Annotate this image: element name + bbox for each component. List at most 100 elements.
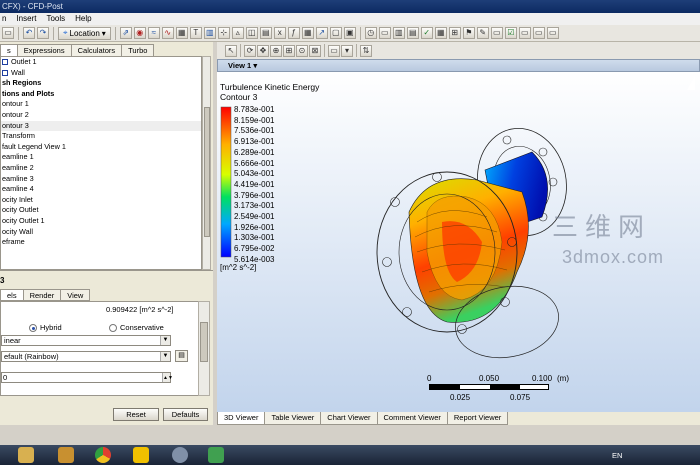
file-explorer-icon[interactable]	[18, 447, 34, 463]
tab-geometry[interactable]: els	[0, 289, 24, 301]
table-icon[interactable]: ▦	[301, 27, 314, 39]
menu-insert[interactable]: Insert	[16, 13, 36, 25]
tab-3d-viewer[interactable]: 3D Viewer	[217, 412, 266, 425]
save-image-icon[interactable]: ▭	[532, 27, 545, 39]
zoom-box-icon[interactable]: ⊞	[283, 44, 295, 57]
report-icon[interactable]: ▭	[490, 27, 503, 39]
tab-chart-viewer[interactable]: Chart Viewer	[320, 412, 378, 425]
mesh-calculator-icon[interactable]: ⊞	[448, 27, 461, 39]
conservative-radio[interactable]: Conservative	[109, 323, 164, 332]
vector-icon[interactable]: ⇗	[119, 27, 132, 39]
tree-item[interactable]: Transform	[1, 131, 201, 142]
tree-item[interactable]: sh Regions	[1, 78, 201, 89]
archive-icon[interactable]	[58, 447, 74, 463]
probe-icon[interactable]: ▤	[406, 27, 419, 39]
tree-item[interactable]: eamline 4	[1, 184, 201, 195]
rotate-icon[interactable]: ⟳	[244, 44, 256, 57]
document-icon[interactable]: ▭	[518, 27, 531, 39]
tree-item[interactable]: ocity Inlet	[1, 195, 201, 206]
language-indicator[interactable]: EN	[612, 451, 622, 460]
defaults-button[interactable]: Defaults	[163, 408, 208, 421]
contour-icon[interactable]: ◉	[133, 27, 146, 39]
tree-item[interactable]: ontour 1	[1, 99, 201, 110]
tree-item[interactable]: ontour 3	[1, 120, 201, 132]
check-icon[interactable]: ☑	[504, 27, 517, 39]
tree-item[interactable]: fault Legend View 1	[1, 142, 201, 153]
coordinate-frame-icon[interactable]: ⊹	[217, 27, 230, 39]
tree-item[interactable]: ontour 2	[1, 110, 201, 121]
scrollbar-thumb[interactable]	[200, 322, 208, 362]
animation-icon[interactable]: ▭	[378, 27, 391, 39]
menu-file[interactable]: n	[2, 13, 6, 25]
tree-item[interactable]: ocity Outlet 1	[1, 216, 201, 227]
legend-icon[interactable]: ▥	[203, 27, 216, 39]
open-icon[interactable]: ▭	[2, 27, 14, 39]
color-scale-select[interactable]: inear ▼	[1, 335, 171, 346]
sync-views-icon[interactable]: ⇅	[360, 44, 372, 57]
tree-item[interactable]: ocity Wall	[1, 227, 201, 238]
tab-outline[interactable]: s	[0, 44, 18, 56]
zoom-fit-icon[interactable]: ⊙	[296, 44, 308, 57]
chrome-icon[interactable]	[95, 447, 111, 463]
case-comparison-icon[interactable]: ⚑	[462, 27, 475, 39]
tab-expressions[interactable]: Expressions	[16, 44, 72, 56]
chevron-down-icon[interactable]: ▾	[341, 44, 353, 57]
volume-rendering-icon[interactable]: ▦	[175, 27, 188, 39]
redo-icon[interactable]: ↷	[37, 27, 49, 39]
hybrid-radio[interactable]: Hybrid	[29, 323, 62, 332]
tab-table-viewer[interactable]: Table Viewer	[264, 412, 322, 425]
location-button[interactable]: ⌖ Location ▾	[58, 26, 111, 40]
probe-pen-icon[interactable]: ✎	[476, 27, 489, 39]
macro-icon[interactable]: ▦	[434, 27, 447, 39]
clip-plane-icon[interactable]: ◫	[245, 27, 258, 39]
streamline-icon[interactable]: ≈	[147, 27, 160, 39]
edit-color-map-button[interactable]: ▤	[175, 350, 188, 362]
zoom-icon[interactable]: ⊕	[270, 44, 282, 57]
tree-item[interactable]: eframe	[1, 237, 201, 248]
tree-item[interactable]: eamline 1	[1, 152, 201, 163]
tree-item[interactable]: eamline 2	[1, 163, 201, 174]
chart-icon[interactable]: ↗	[315, 27, 328, 39]
tree-item[interactable]: Wall	[1, 68, 201, 79]
tab-turbo[interactable]: Turbo	[121, 44, 155, 56]
tree-item[interactable]: eamline 3	[1, 174, 201, 185]
cfd-post-icon[interactable]	[172, 447, 188, 463]
text-icon[interactable]: T	[189, 27, 202, 39]
view-selector[interactable]: View 1 ▾	[217, 59, 700, 72]
monitor-icon[interactable]	[208, 447, 224, 463]
tree-item[interactable]: Outlet 1	[1, 57, 201, 68]
menu-tools[interactable]: Tools	[46, 13, 65, 25]
pan-icon[interactable]: ✥	[257, 44, 269, 57]
tree-item[interactable]: tions and Plots	[1, 89, 201, 100]
tab-calculators[interactable]: Calculators	[70, 44, 123, 56]
spinner-icon[interactable]: ▲▼	[162, 373, 173, 382]
details-scrollbar[interactable]	[198, 301, 210, 396]
viewport-layout-icon[interactable]: ▭	[328, 44, 340, 57]
tab-comment-viewer[interactable]: Comment Viewer	[376, 412, 448, 425]
select-icon[interactable]: ↖	[225, 44, 237, 57]
particle-track-icon[interactable]: ∿	[161, 27, 174, 39]
ansys-workbench-icon[interactable]	[133, 447, 149, 463]
scrollbar-thumb[interactable]	[204, 107, 210, 237]
tree-item[interactable]: ocity Outlet	[1, 205, 201, 216]
function-calculator-icon[interactable]: ✓	[420, 27, 433, 39]
tab-view[interactable]: View	[60, 289, 91, 301]
variable-icon[interactable]: x	[273, 27, 286, 39]
quick-editor-icon[interactable]: ▥	[392, 27, 405, 39]
tree-scrollbar[interactable]	[202, 56, 211, 270]
3d-viewport[interactable]: Turbulence Kinetic Energy Contour 3 8.78…	[217, 72, 700, 412]
comment-icon[interactable]: ▢	[329, 27, 342, 39]
color-map-select[interactable]: efault (Rainbow) ▼	[1, 351, 171, 362]
expression-icon[interactable]: ƒ	[287, 27, 300, 39]
undo-icon[interactable]: ↶	[23, 27, 35, 39]
figure-icon[interactable]: ▣	[343, 27, 356, 39]
instance-transform-icon[interactable]: ▵	[231, 27, 244, 39]
tab-render[interactable]: Render	[22, 289, 62, 301]
zoom-all-icon[interactable]: ⊠	[309, 44, 321, 57]
number-of-contours-field[interactable]: 0 ▲▼	[1, 372, 173, 383]
menu-help[interactable]: Help	[75, 13, 91, 25]
tab-report-viewer[interactable]: Report Viewer	[446, 412, 509, 425]
reset-button[interactable]: Reset	[113, 408, 159, 421]
color-map-icon[interactable]: ▤	[259, 27, 272, 39]
print-icon[interactable]: ▭	[546, 27, 559, 39]
